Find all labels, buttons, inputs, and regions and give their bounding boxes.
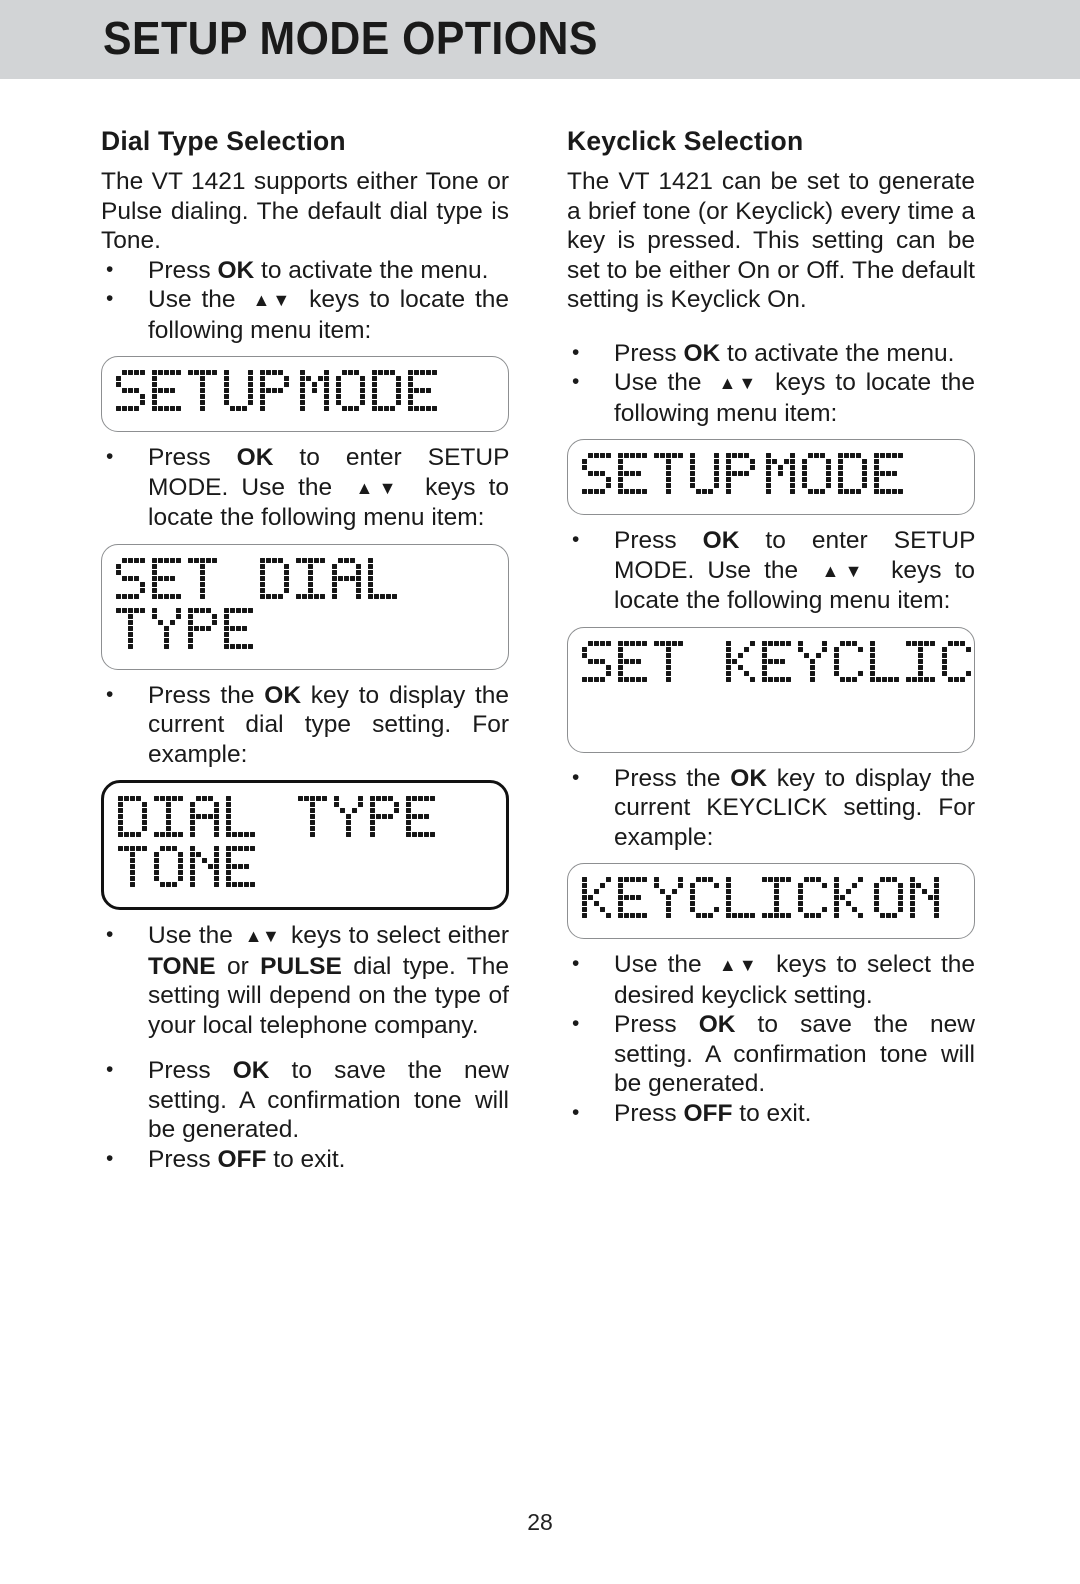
key-label-ok: OK bbox=[730, 764, 768, 792]
list-item: Press OK to save the new setting. A conf… bbox=[567, 1009, 975, 1099]
key-label-tone: TONE bbox=[148, 952, 216, 980]
right-section-heading: Keyclick Selection bbox=[567, 126, 804, 156]
list-item: Press OK to activate the menu. bbox=[567, 338, 975, 369]
lcd-line-2 bbox=[300, 370, 444, 420]
key-label-off: OFF bbox=[217, 1145, 267, 1173]
lcd-line-2 bbox=[118, 846, 262, 896]
list-item: Press the OK key to display the current … bbox=[567, 763, 975, 853]
manual-page: SETUP MODE OPTIONS Dial Type Selection T… bbox=[0, 0, 1080, 1584]
lcd-display-set-keyclick bbox=[567, 626, 975, 753]
right-column: Keyclick Selection The VT 1421 can be se… bbox=[567, 126, 975, 1128]
key-label-ok: OK bbox=[232, 1057, 270, 1084]
left-column: Dial Type Selection The VT 1421 supports… bbox=[101, 126, 509, 1174]
up-down-arrow-icon: ▲▼ bbox=[711, 373, 766, 393]
up-down-arrow-icon: ▲▼ bbox=[245, 290, 300, 310]
list-item: Press OFF to exit. bbox=[567, 1098, 975, 1129]
list-item: Press OK to enter SETUP MODE. Use the ▲▼… bbox=[101, 442, 509, 533]
lcd-line-2 bbox=[874, 877, 946, 927]
up-down-arrow-icon: ▲▼ bbox=[345, 477, 412, 498]
key-label-ok: OK bbox=[698, 1011, 736, 1038]
lcd-display-dial-type-tone bbox=[101, 780, 509, 910]
page-number: 28 bbox=[527, 1509, 553, 1535]
page-title: SETUP MODE OPTIONS bbox=[103, 12, 598, 64]
lcd-display-setup-mode-right bbox=[567, 439, 975, 515]
right-bullets-4: Use the ▲▼ keys to select the desired ke… bbox=[567, 949, 975, 1129]
lcd-display-setup-mode-left bbox=[101, 356, 509, 432]
right-bullets-2: Press OK to enter SETUP MODE. Use the ▲▼… bbox=[567, 525, 975, 616]
key-label-ok: OK bbox=[217, 256, 255, 284]
key-label-pulse: PULSE bbox=[260, 952, 342, 980]
list-item: Press OK to activate the menu. bbox=[101, 255, 509, 286]
key-label-ok: OK bbox=[264, 681, 302, 709]
lcd-line-2 bbox=[116, 607, 260, 658]
lcd-line-1 bbox=[116, 370, 296, 420]
left-bullets-2: Press OK to enter SETUP MODE. Use the ▲▼… bbox=[101, 442, 509, 533]
key-label-ok: OK bbox=[702, 527, 740, 554]
list-item: Use the ▲▼ keys to select either TONE or… bbox=[101, 920, 509, 1040]
right-bullets-3: Press the OK key to display the current … bbox=[567, 763, 975, 853]
left-bullets-3: Press the OK key to display the current … bbox=[101, 680, 509, 770]
lcd-line-1 bbox=[582, 877, 870, 927]
lcd-line-1 bbox=[582, 640, 974, 691]
list-item: Press OK to save the new setting. A conf… bbox=[101, 1055, 509, 1145]
lcd-line-1 bbox=[582, 453, 762, 503]
left-bullets-1: Press OK to activate the menu. Use the ▲… bbox=[101, 255, 509, 346]
lcd-line-1 bbox=[116, 557, 404, 608]
list-item: Use the ▲▼ keys to locate the following … bbox=[567, 367, 975, 428]
up-down-arrow-icon: ▲▼ bbox=[711, 955, 767, 975]
left-section-heading: Dial Type Selection bbox=[101, 126, 346, 156]
list-item: Use the ▲▼ keys to locate the following … bbox=[101, 284, 509, 345]
right-intro-paragraph: The VT 1421 can be set to generate a bri… bbox=[567, 168, 975, 313]
key-label-ok: OK bbox=[683, 339, 721, 367]
list-item: Press OK to enter SETUP MODE. Use the ▲▼… bbox=[567, 525, 975, 616]
list-item: Press the OK key to display the current … bbox=[101, 680, 509, 770]
key-label-off: OFF bbox=[683, 1099, 733, 1127]
lcd-line-2 bbox=[766, 453, 910, 503]
left-bullets-4: Use the ▲▼ keys to select either TONE or… bbox=[101, 920, 509, 1175]
lcd-line-1 bbox=[118, 796, 442, 846]
list-item: Use the ▲▼ keys to select the desired ke… bbox=[567, 949, 975, 1010]
list-item: Press OFF to exit. bbox=[101, 1144, 509, 1175]
lcd-display-keyclick-on bbox=[567, 863, 975, 939]
right-bullets-1: Press OK to activate the menu. Use the ▲… bbox=[567, 338, 975, 429]
key-label-ok: OK bbox=[236, 444, 274, 471]
left-intro-paragraph: The VT 1421 supports either Tone or Puls… bbox=[101, 168, 509, 254]
lcd-display-set-dial-type bbox=[101, 543, 509, 670]
up-down-arrow-icon: ▲▼ bbox=[240, 926, 284, 946]
up-down-arrow-icon: ▲▼ bbox=[811, 560, 878, 581]
